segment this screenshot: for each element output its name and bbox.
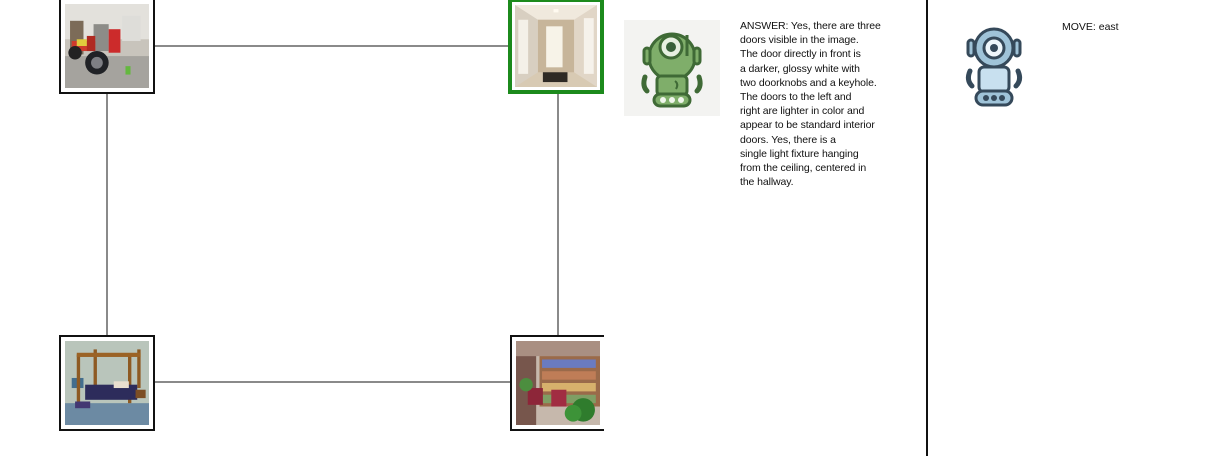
agent-navigation-view: ANSWER: Yes, there are three doors visib… (0, 0, 1228, 456)
bedroom-thumbnail (65, 341, 149, 425)
edge-bedroom-library (154, 381, 510, 383)
edge-garage-hallway (154, 45, 510, 47)
answer-text: ANSWER: Yes, there are three doors visib… (740, 20, 881, 189)
hallway-thumbnail (515, 5, 597, 87)
room-graph (0, 0, 604, 456)
room-hallway-current (508, 0, 604, 94)
green-robot-icon (624, 20, 720, 116)
blue-robot-icon (958, 26, 1030, 112)
edge-hallway-library (557, 94, 559, 336)
room-bedroom (59, 335, 155, 431)
library-thumbnail (516, 341, 600, 425)
room-garage (59, 0, 155, 94)
move-text: MOVE: east (1062, 21, 1119, 33)
room-library (510, 335, 604, 431)
garage-thumbnail (65, 4, 149, 88)
edge-garage-bedroom (106, 94, 108, 336)
panel-divider (926, 0, 928, 456)
